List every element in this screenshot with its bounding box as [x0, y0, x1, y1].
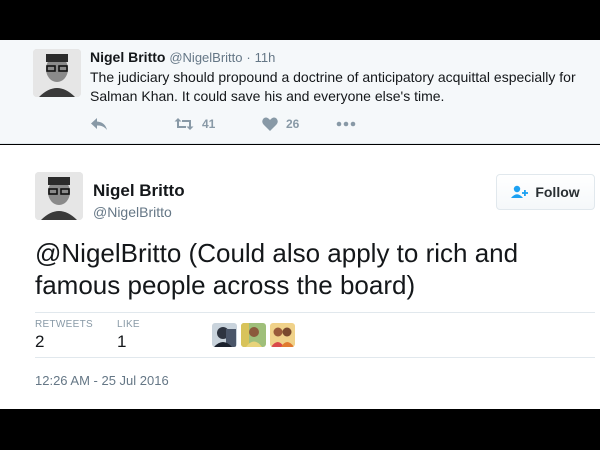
- follow-button[interactable]: Follow: [496, 174, 595, 210]
- more-button[interactable]: [336, 121, 356, 127]
- like-count: 26: [286, 117, 300, 131]
- retweet-icon: [174, 118, 194, 130]
- like-button[interactable]: 26: [262, 117, 336, 131]
- follow-user-icon: [511, 185, 529, 198]
- author-handle[interactable]: @NigelBritto: [93, 204, 172, 220]
- avatar[interactable]: [35, 172, 83, 220]
- reply-icon: [91, 118, 107, 130]
- liker-avatar[interactable]: [270, 323, 295, 347]
- reply-button[interactable]: [90, 117, 174, 131]
- liker-avatars: [212, 323, 299, 347]
- retweets-label: RETWEETS: [35, 319, 93, 330]
- parent-tweet[interactable]: Nigel Britto @NigelBritto · 11h The judi…: [0, 40, 600, 144]
- liker-avatar[interactable]: [212, 323, 237, 347]
- likes-stat[interactable]: LIKE 1: [117, 319, 140, 352]
- tweet-text: The judiciary should propound a doctrine…: [90, 69, 576, 104]
- tweet-stats: RETWEETS 2 LIKE 1: [35, 312, 595, 358]
- liker-avatar[interactable]: [241, 323, 266, 347]
- mention-link[interactable]: @NigelBritto: [35, 238, 181, 268]
- author-name[interactable]: Nigel Britto: [90, 49, 165, 65]
- author-name[interactable]: Nigel Britto: [93, 181, 185, 201]
- main-tweet: Nigel Britto @NigelBritto Follow @NigelB…: [0, 145, 600, 409]
- bottom-black-bar: [0, 409, 600, 450]
- follow-label: Follow: [535, 184, 580, 200]
- likes-label: LIKE: [117, 319, 140, 330]
- tweet-time[interactable]: 11h: [255, 50, 276, 65]
- author-handle[interactable]: @NigelBritto: [169, 50, 242, 65]
- likes-value: 1: [117, 332, 127, 351]
- top-black-bar: [0, 0, 600, 40]
- retweet-count: 41: [202, 117, 216, 131]
- retweets-value: 2: [35, 332, 45, 351]
- retweets-stat[interactable]: RETWEETS 2: [35, 319, 93, 352]
- retweet-button[interactable]: 41: [174, 117, 262, 131]
- tweet-timestamp[interactable]: 12:26 AM - 25 Jul 2016: [35, 373, 169, 388]
- tweet-actions: 41 26: [90, 114, 356, 134]
- separator-dot: ·: [246, 50, 251, 65]
- more-icon: [336, 121, 356, 127]
- heart-icon: [262, 117, 278, 131]
- avatar[interactable]: [33, 49, 81, 97]
- tweet-text: @NigelBritto (Could also apply to rich a…: [35, 237, 585, 301]
